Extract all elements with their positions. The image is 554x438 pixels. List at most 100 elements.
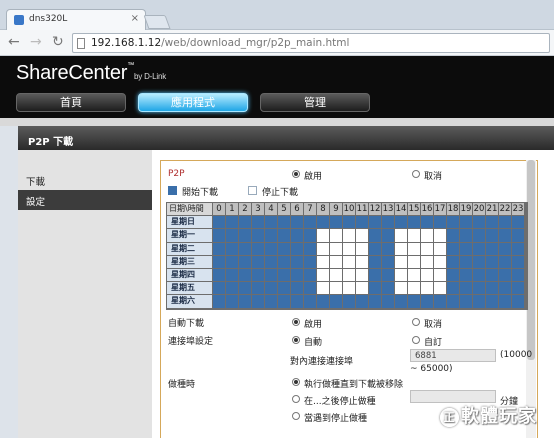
close-tab-icon[interactable]: ×	[131, 13, 139, 24]
schedule-cell[interactable]	[473, 216, 485, 229]
schedule-cell[interactable]	[304, 269, 316, 282]
schedule-cell[interactable]	[447, 216, 459, 229]
schedule-cell[interactable]	[213, 255, 225, 268]
hour-header-9[interactable]: 9	[330, 203, 342, 216]
hour-header-11[interactable]: 11	[356, 203, 368, 216]
schedule-cell[interactable]	[226, 269, 238, 282]
schedule-cell[interactable]	[369, 255, 381, 268]
schedule-cell[interactable]	[343, 255, 355, 268]
p2p-disable-radio[interactable]	[412, 170, 420, 178]
hour-header-2[interactable]: 2	[239, 203, 251, 216]
forward-arrow-icon[interactable]: →	[30, 35, 42, 49]
schedule-cell[interactable]	[252, 242, 264, 255]
schedule-cell[interactable]	[291, 295, 303, 308]
schedule-cell[interactable]	[408, 216, 420, 229]
schedule-cell[interactable]	[252, 295, 264, 308]
day-label-6[interactable]: 星期六	[167, 295, 212, 308]
schedule-cell[interactable]	[473, 269, 485, 282]
schedule-cell[interactable]	[278, 242, 290, 255]
schedule-cell[interactable]	[343, 229, 355, 242]
schedule-cell[interactable]	[408, 255, 420, 268]
schedule-cell[interactable]	[434, 282, 446, 295]
schedule-cell[interactable]	[330, 269, 342, 282]
schedule-cell[interactable]	[486, 295, 498, 308]
hour-header-5[interactable]: 5	[278, 203, 290, 216]
schedule-cell[interactable]	[486, 216, 498, 229]
schedule-cell[interactable]	[304, 229, 316, 242]
schedule-cell[interactable]	[460, 229, 472, 242]
schedule-cell[interactable]	[356, 269, 368, 282]
schedule-cell[interactable]	[265, 282, 277, 295]
schedule-cell[interactable]	[265, 269, 277, 282]
schedule-cell[interactable]	[382, 295, 394, 308]
schedule-cell[interactable]	[226, 282, 238, 295]
seed-stop-on-ratio-radio[interactable]	[292, 412, 300, 420]
schedule-cell[interactable]	[317, 255, 329, 268]
schedule-cell[interactable]	[447, 255, 459, 268]
schedule-cell[interactable]	[473, 282, 485, 295]
port-custom-radio[interactable]	[412, 336, 420, 344]
schedule-cell[interactable]	[343, 242, 355, 255]
schedule-cell[interactable]	[356, 295, 368, 308]
schedule-cell[interactable]	[304, 242, 316, 255]
schedule-cell[interactable]	[512, 295, 524, 308]
schedule-cell[interactable]	[317, 229, 329, 242]
schedule-cell[interactable]	[382, 229, 394, 242]
schedule-cell[interactable]	[239, 269, 251, 282]
schedule-cell[interactable]	[460, 255, 472, 268]
schedule-cell[interactable]	[486, 269, 498, 282]
schedule-cell[interactable]	[291, 229, 303, 242]
day-label-3[interactable]: 星期三	[167, 255, 212, 268]
schedule-cell[interactable]	[226, 255, 238, 268]
schedule-cell[interactable]	[226, 295, 238, 308]
schedule-cell[interactable]	[434, 242, 446, 255]
schedule-cell[interactable]	[447, 229, 459, 242]
schedule-cell[interactable]	[330, 242, 342, 255]
hour-header-7[interactable]: 7	[304, 203, 316, 216]
schedule-cell[interactable]	[486, 255, 498, 268]
schedule-cell[interactable]	[499, 295, 511, 308]
schedule-cell[interactable]	[473, 229, 485, 242]
schedule-cell[interactable]	[499, 242, 511, 255]
schedule-cell[interactable]	[369, 269, 381, 282]
schedule-cell[interactable]	[252, 255, 264, 268]
schedule-cell[interactable]	[278, 216, 290, 229]
schedule-cell[interactable]	[460, 282, 472, 295]
schedule-cell[interactable]	[304, 295, 316, 308]
day-label-2[interactable]: 星期二	[167, 242, 212, 255]
schedule-cell[interactable]	[343, 282, 355, 295]
schedule-cell[interactable]	[512, 282, 524, 295]
schedule-cell[interactable]	[395, 282, 407, 295]
schedule-cell[interactable]	[395, 269, 407, 282]
schedule-cell[interactable]	[291, 242, 303, 255]
menu-home[interactable]: 首頁	[16, 93, 126, 112]
schedule-cell[interactable]	[252, 216, 264, 229]
hour-header-4[interactable]: 4	[265, 203, 277, 216]
schedule-cell[interactable]	[213, 282, 225, 295]
schedule-cell[interactable]	[330, 216, 342, 229]
schedule-cell[interactable]	[265, 229, 277, 242]
auto-enable-radio[interactable]	[292, 318, 300, 326]
hour-header-8[interactable]: 8	[317, 203, 329, 216]
hour-header-12[interactable]: 12	[369, 203, 381, 216]
schedule-cell[interactable]	[460, 295, 472, 308]
hour-header-23[interactable]: 23	[512, 203, 524, 216]
schedule-cell[interactable]	[226, 229, 238, 242]
schedule-cell[interactable]	[213, 269, 225, 282]
schedule-cell[interactable]	[239, 229, 251, 242]
schedule-grid[interactable]: 日期\時間 0 1 2 3 4 5 6 7 8 9 10 11 12 13 14 15 16 17 18 19 20 21 2…	[166, 202, 528, 310]
schedule-cell[interactable]	[512, 216, 524, 229]
schedule-cell[interactable]	[356, 242, 368, 255]
schedule-cell[interactable]	[421, 282, 433, 295]
schedule-cell[interactable]	[213, 242, 225, 255]
schedule-cell[interactable]	[434, 255, 446, 268]
schedule-cell[interactable]	[395, 216, 407, 229]
schedule-cell[interactable]	[408, 295, 420, 308]
schedule-cell[interactable]	[304, 255, 316, 268]
schedule-cell[interactable]	[408, 229, 420, 242]
schedule-cell[interactable]	[265, 242, 277, 255]
hour-header-18[interactable]: 18	[447, 203, 459, 216]
schedule-cell[interactable]	[395, 242, 407, 255]
schedule-cell[interactable]	[369, 242, 381, 255]
schedule-cell[interactable]	[434, 216, 446, 229]
